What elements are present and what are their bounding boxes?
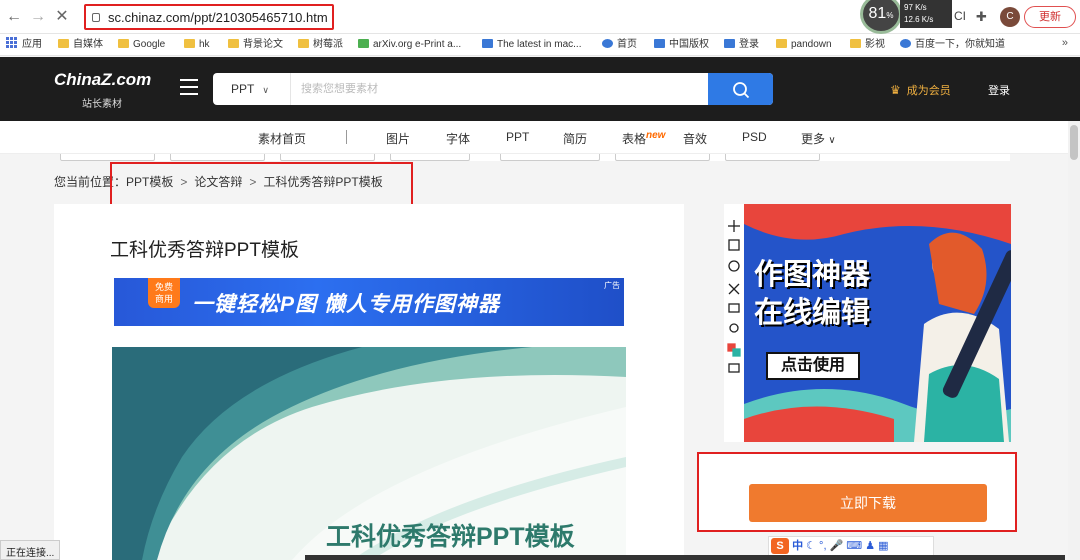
breadcrumb-highlight-box xyxy=(110,162,413,207)
site-icon xyxy=(724,39,735,48)
address-bar[interactable]: sc.chinaz.com/ppt/210305465710.htm xyxy=(84,4,334,30)
nav-divider xyxy=(346,130,347,144)
category-nav: 素材首页 图片 字体 PPT 简历 表格new 音效 PSD 更多 ∨ xyxy=(0,121,1080,154)
network-percent: 81 xyxy=(868,5,887,22)
lock-icon xyxy=(92,13,100,22)
nav-item-psd[interactable]: PSD xyxy=(742,130,767,144)
ad-banner[interactable]: 免费 商用 一键轻松P图 懒人专用作图神器 广告 xyxy=(114,278,624,326)
ad-mark: 广告 xyxy=(604,281,620,290)
download-now-button[interactable]: 立即下载 xyxy=(749,484,987,522)
ad-text: 一键轻松P图 懒人专用作图神器 xyxy=(192,293,500,316)
ime-mode[interactable]: 中 xyxy=(792,540,803,552)
url-text[interactable]: sc.chinaz.com/ppt/210305465710.htm xyxy=(108,10,328,25)
scrollbar-thumb[interactable] xyxy=(1070,125,1078,160)
profile-avatar[interactable]: C xyxy=(1000,7,1020,27)
template-detail-panel: 工科优秀答辩PPT模板 免费 商用 一键轻松P图 懒人专用作图神器 广告 工科优秀… xyxy=(54,204,684,560)
hamburger-menu-icon[interactable] xyxy=(180,79,198,95)
login-link[interactable]: 登录 xyxy=(988,82,1010,98)
stop-loading-icon[interactable]: ✕ xyxy=(52,7,72,27)
site-logo-subtitle: 站长素材 xyxy=(82,99,122,110)
bookmark-folder[interactable]: 背景论文 xyxy=(228,37,283,53)
site-icon xyxy=(654,39,665,48)
site-icon xyxy=(602,39,613,48)
bookmark-folder[interactable]: 树莓派 xyxy=(298,37,343,53)
search-bar: PPT ∨ xyxy=(213,73,773,105)
bookmark-arxiv[interactable]: arXiv.org e-Print a... xyxy=(358,37,461,53)
bookmark-folder[interactable]: pandown xyxy=(776,37,832,53)
apps-grid-icon xyxy=(6,37,18,48)
search-input[interactable] xyxy=(301,73,701,105)
page-title: 工科优秀答辩PPT模板 xyxy=(110,240,299,261)
folder-icon xyxy=(118,39,129,48)
sidebar-ad[interactable]: 作图神器 在线编辑 点击使用 xyxy=(724,204,1011,442)
chevron-down-icon: ∨ xyxy=(828,135,836,146)
bookmark-copyright[interactable]: 中国版权 xyxy=(654,37,709,53)
site-header: ChinaZ.com 站长素材 PPT∨ ♛成为会员 登录 xyxy=(0,57,1080,121)
folder-icon xyxy=(228,39,239,48)
bookmark-folder[interactable]: Google xyxy=(118,37,165,53)
folder-icon xyxy=(298,39,309,48)
status-bar: 正在连接... xyxy=(0,540,61,560)
template-preview-image[interactable]: 工科优秀答辩PPT模板 xyxy=(112,347,626,560)
bookmarks-more-button[interactable]: » xyxy=(1062,37,1068,49)
hidden-subnav-strip xyxy=(60,154,1010,161)
folder-icon xyxy=(776,39,787,48)
folder-icon xyxy=(850,39,861,48)
page-scrollbar[interactable] xyxy=(1068,121,1080,560)
bookmark-apps[interactable]: 应用 xyxy=(6,37,42,53)
bookmark-paperswithcode[interactable]: The latest in mac... xyxy=(482,37,581,53)
bookmark-folder[interactable]: 影视 xyxy=(850,37,885,53)
bookmark-baidu[interactable]: 百度一下，你就知道 xyxy=(900,37,1005,53)
nav-item-resume[interactable]: 简历 xyxy=(563,130,587,147)
download-speed: 12.6 K/s xyxy=(904,15,934,24)
ime-toolbar[interactable]: S 中 ☾ °, 🎤 ⌨ ♟ ▦ xyxy=(768,536,934,556)
bookmark-home[interactable]: 首页 xyxy=(602,37,637,53)
bottom-edge xyxy=(305,555,1065,560)
sogou-ime-logo: S xyxy=(771,538,789,555)
nav-item-home[interactable]: 素材首页 xyxy=(258,130,306,147)
folder-icon xyxy=(58,39,69,48)
chevron-down-icon: ∨ xyxy=(262,85,269,95)
crown-icon: ♛ xyxy=(890,83,901,97)
bookmark-folder[interactable]: 自媒体 xyxy=(58,37,103,53)
sidebar-ad-headline: 作图神器 在线编辑 xyxy=(754,259,871,329)
upload-speed: 97 K/s xyxy=(904,3,927,12)
back-arrow-icon[interactable]: ← xyxy=(4,7,24,27)
preview-title-text: 工科优秀答辩PPT模板 xyxy=(326,523,575,551)
network-monitor-badge[interactable]: 81% xyxy=(860,0,902,34)
paperswithcode-icon xyxy=(482,39,493,48)
arxiv-icon xyxy=(358,39,369,48)
nav-item-more[interactable]: 更多 ∨ xyxy=(801,130,836,147)
bookmark-folder[interactable]: hk xyxy=(184,37,210,53)
search-icon xyxy=(733,82,750,99)
browser-toolbar: ← → ✕ sc.chinaz.com/ppt/210305465710.htm… xyxy=(0,0,1080,34)
free-commercial-badge: 免费 商用 xyxy=(148,278,180,308)
nav-item-sound[interactable]: 音效 xyxy=(683,130,707,147)
site-logo[interactable]: ChinaZ.com xyxy=(54,70,151,90)
nav-item-fonts[interactable]: 字体 xyxy=(446,130,470,147)
nav-item-ppt[interactable]: PPT xyxy=(506,130,529,144)
network-speed: 97 K/s 12.6 K/s xyxy=(900,0,952,28)
forward-arrow-icon[interactable]: → xyxy=(28,7,48,27)
ime-tools-icons[interactable]: ☾ °, 🎤 ⌨ ♟ ▦ xyxy=(806,540,888,552)
search-category-dropdown[interactable]: PPT ∨ xyxy=(213,73,291,105)
folder-icon xyxy=(184,39,195,48)
extensions-puzzle-icon[interactable]: ✚ xyxy=(976,9,987,25)
bookmark-login[interactable]: 登录 xyxy=(724,37,759,53)
baidu-icon xyxy=(900,39,911,48)
nav-item-spreadsheet[interactable]: 表格new xyxy=(622,130,665,147)
download-highlight-box: 立即下载 xyxy=(697,452,1017,532)
search-button[interactable] xyxy=(708,73,773,105)
bookmarks-bar: 应用 自媒体 Google hk 背景论文 树莓派 arXiv.org e-Pr… xyxy=(0,34,1080,56)
sidebar-ad-cta-button[interactable]: 点击使用 xyxy=(766,352,860,380)
new-badge: new xyxy=(646,130,666,141)
tool-palette xyxy=(724,204,744,442)
extension-ci[interactable]: CI xyxy=(954,9,966,23)
nav-item-images[interactable]: 图片 xyxy=(386,130,410,147)
become-member-link[interactable]: ♛ 成为会员 xyxy=(890,82,951,98)
update-button[interactable]: 更新 xyxy=(1024,6,1076,28)
